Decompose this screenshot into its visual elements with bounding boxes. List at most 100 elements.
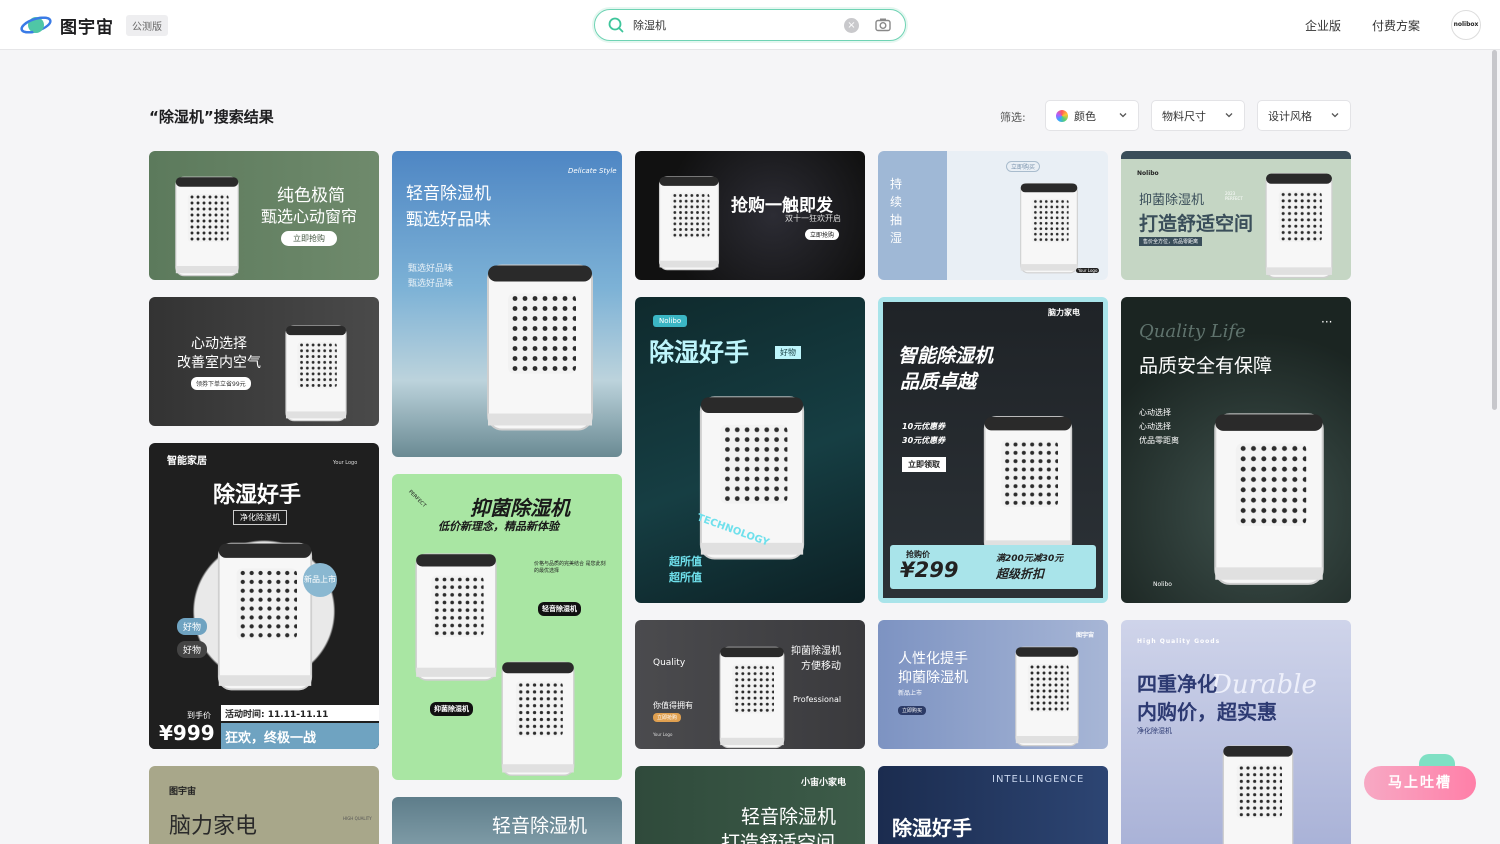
card-cta: 立即购买: [898, 706, 927, 715]
filter-color[interactable]: 颜色: [1045, 100, 1139, 131]
results-title: “除湿机”搜索结果: [149, 108, 274, 126]
card-title: 抑菌除湿机: [791, 646, 841, 657]
template-card[interactable]: 抑菌除湿机 方便移动 Quality Professional 你值得拥有 立即…: [635, 620, 865, 749]
card-brand: Nolibo: [1153, 581, 1172, 588]
template-card[interactable]: 智能家居 Your Logo 除湿好手 净化除湿机 新品上市 好物 好物 到手价…: [149, 443, 379, 749]
card-line: 心动选择: [1139, 408, 1171, 417]
card-header: High Quality Goods: [1137, 638, 1221, 645]
template-card[interactable]: High Quality Goods Durable 四重净化 内购价，超实惠 …: [1121, 620, 1351, 844]
template-card[interactable]: Delicate Style 轻音除湿机 甄选好品味 甄选好品味 甄选好品味: [392, 151, 622, 457]
slogan: 狂欢，终极一战: [221, 723, 379, 749]
template-card[interactable]: 轻音除湿机: [392, 797, 622, 844]
card-desc: 甄选好品味: [408, 279, 454, 289]
card-subtitle: 净化除湿机: [233, 510, 287, 525]
card-side-text: 持续抽湿: [890, 177, 903, 245]
card-tag: 抑菌除湿机: [430, 702, 473, 716]
card-subtitle: 双十一狂欢开启: [785, 214, 841, 223]
template-card[interactable]: 持续抽湿 立即购买 Your Logo: [878, 151, 1108, 280]
card-cta: 立即抢购: [281, 231, 337, 246]
enterprise-link[interactable]: 企业版: [1305, 17, 1341, 34]
template-card[interactable]: 抢购一触即发 双十一狂欢开启 立即抢购: [635, 151, 865, 280]
filter-style[interactable]: 设计风格: [1257, 100, 1351, 131]
more-icon[interactable]: ···: [1321, 315, 1332, 329]
filter-color-label: 颜色: [1074, 109, 1096, 123]
card-script: INTELLINGENCE: [992, 774, 1085, 785]
template-card[interactable]: 图宇宙 脑力家电 HIGH QUALITY: [149, 766, 379, 844]
card-subtitle: 甄选好品味: [406, 210, 491, 230]
card-cta: 立即领取: [902, 457, 946, 472]
card-topbar: [1121, 151, 1351, 159]
filter-size[interactable]: 物料尺寸: [1151, 100, 1245, 131]
card-title: 轻音除湿机: [741, 806, 837, 828]
card-title: 轻音除湿机: [406, 184, 491, 204]
card-shop: 脑力家电: [1048, 308, 1080, 317]
dehumidifier-image: [1261, 165, 1337, 280]
card-script: Quality Life: [1139, 321, 1246, 342]
template-card[interactable]: Nolibo 抑菌除湿机 打造舒适空间 售价全方位，优品零距离 2023 PER…: [1121, 151, 1351, 280]
brand-logo[interactable]: 图宇宙 公测版: [20, 12, 168, 38]
card-logo: Your Logo: [653, 732, 673, 737]
beta-badge: 公测版: [126, 14, 168, 36]
dehumidifier-image: [1207, 397, 1331, 593]
search-input[interactable]: [633, 16, 833, 34]
camera-search-icon[interactable]: [874, 16, 892, 34]
card-brand: Nolibo: [1137, 170, 1159, 177]
card-title: 抑菌除湿机: [1139, 193, 1205, 208]
card-brand: Nolibo: [653, 315, 688, 327]
card-subtitle: 方便移动: [801, 661, 841, 672]
dehumidifier-image: [978, 407, 1078, 557]
dehumidifier-image: [171, 169, 243, 279]
template-card[interactable]: 脑力家电 智能除湿机 品质卓越 10元优惠券 30元优惠券 立即领取 抢购价 ¥…: [878, 297, 1108, 603]
card-title: 人性化提手: [898, 651, 968, 667]
dehumidifier-image: [480, 251, 600, 436]
search-icon[interactable]: [607, 16, 625, 34]
card-title: 智能除湿机: [898, 345, 994, 367]
template-card[interactable]: 抑菌除湿机 低价新理念，精品新体验 PERFECT 价格与品质的完美结合 是您此…: [392, 474, 622, 780]
filter-style-label: 设计风格: [1268, 109, 1312, 123]
filter-label: 筛选:: [1000, 111, 1026, 124]
planet-logo-icon: [20, 16, 52, 34]
card-desc: 价格与品质的完美结合 是您此刻的最优选择: [534, 561, 606, 574]
pricing-link[interactable]: 付费方案: [1372, 17, 1420, 34]
card-professional: Professional: [793, 695, 842, 704]
card-desc: 甄选好品味: [408, 264, 454, 274]
clear-search-icon[interactable]: ×: [844, 18, 859, 33]
card-subtitle: 抑菌除湿机: [898, 670, 968, 686]
coupon: 10元优惠券: [902, 422, 946, 431]
card-title: 四重净化: [1137, 672, 1217, 696]
dehumidifier-image: [1203, 738, 1313, 844]
user-avatar[interactable]: nolibox: [1451, 10, 1481, 40]
card-title: 抑菌除湿机: [470, 496, 570, 520]
pill: 好物: [177, 641, 208, 658]
price-label: 到手价: [187, 711, 211, 720]
template-card[interactable]: Quality Life 品质安全有保障 心动选择 心动选择 优品零距离 ···…: [1121, 297, 1351, 603]
dehumidifier-image: [1014, 177, 1084, 275]
card-subtitle: 内购价，超实惠: [1137, 700, 1277, 724]
dehumidifier-image: [410, 544, 502, 684]
template-card[interactable]: Nolibo 除湿好手 好物 TECHNOLOGY 超所值 超所值: [635, 297, 865, 603]
template-card[interactable]: INTELLINGENCE 除湿好手: [878, 766, 1108, 844]
card-quality: Quality: [653, 658, 686, 668]
coupon: 30元优惠券: [902, 436, 946, 445]
dehumidifier-image: [281, 319, 351, 423]
card-subtitle: 打造舒适空间: [1139, 213, 1254, 235]
template-card[interactable]: 小宙小家电 轻音除湿机 打造舒适空间: [635, 766, 865, 844]
feedback-button[interactable]: 马上吐槽: [1364, 754, 1476, 800]
card-line: 心动选择: [1139, 422, 1171, 431]
template-card[interactable]: 人性化提手 抑菌除湿机 新品上市 立即购买 图宇宙: [878, 620, 1108, 749]
card-small: 净化除湿机: [1137, 727, 1172, 735]
card-brand: 图宇宙: [1076, 632, 1095, 639]
chevron-down-icon: [1119, 113, 1127, 118]
card-script: Delicate Style: [568, 167, 617, 175]
card-tag: 轻音除湿机: [538, 602, 581, 616]
template-card[interactable]: 心动选择 改善室内空气 领券下单立省99元: [149, 297, 379, 426]
scrollbar[interactable]: [1492, 50, 1497, 410]
card-tag: 售价全方位，优品零距离: [1139, 237, 1203, 246]
card-badge: 好物: [775, 346, 801, 359]
chevron-down-icon: [1331, 113, 1339, 118]
card-line: 超所值: [669, 555, 702, 568]
dehumidifier-image: [1010, 640, 1084, 748]
template-card[interactable]: 纯色极简 甄选心动窗帘 立即抢购: [149, 151, 379, 280]
dehumidifier-image: [211, 533, 319, 693]
dehumidifier-image: [655, 165, 723, 277]
